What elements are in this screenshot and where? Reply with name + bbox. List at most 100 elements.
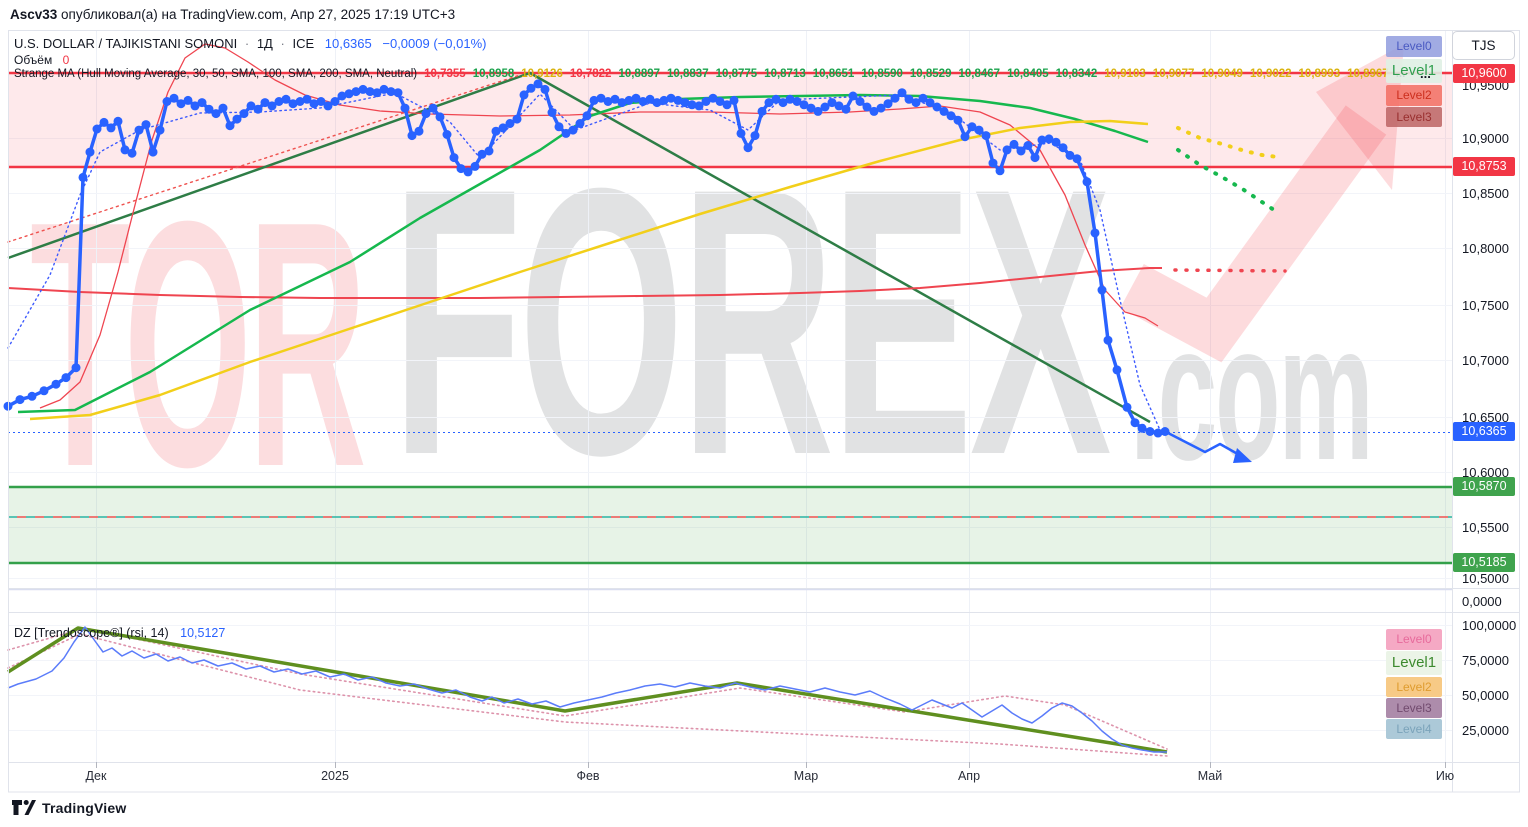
volume-legend[interactable]: Объём 0	[14, 53, 69, 67]
price-axis-label: 10,8500	[1462, 186, 1509, 201]
ma-value: 10,8467	[958, 68, 1001, 80]
price-axis-chip: 10,5185	[1453, 553, 1515, 572]
attribution: Ascv33 опубликовал(а) на TradingView.com…	[10, 7, 455, 22]
series-sma100-red	[7, 267, 1162, 299]
series-forecast-arrow	[1167, 431, 1244, 459]
level-chip-main-level0[interactable]: Level0	[1386, 36, 1442, 57]
ma-value: 10,8405	[1007, 68, 1049, 80]
level-chip-lower-level1[interactable]: Level1	[1386, 651, 1442, 675]
ma-value: 10,8967	[1347, 68, 1389, 80]
separator-dot: ·	[244, 36, 250, 51]
ma-value: 10,9077	[1152, 68, 1195, 80]
ma-value: 10,8897	[618, 68, 661, 80]
data-point	[897, 88, 907, 98]
tradingview-logo-icon	[12, 800, 36, 815]
data-point	[197, 98, 207, 108]
data-point	[71, 363, 81, 373]
data-point	[1058, 143, 1068, 153]
last-price: 10,6365	[324, 36, 372, 51]
chart-canvas[interactable]	[0, 0, 1528, 827]
separator-dot: ·	[280, 36, 285, 51]
data-point	[15, 395, 25, 405]
price-axis-chip: 10,5870	[1453, 477, 1515, 496]
data-point	[414, 126, 424, 136]
data-point	[554, 122, 564, 132]
time-axis-label: Ию	[1435, 769, 1455, 783]
tradingview-logo-text: TradingView	[42, 799, 127, 816]
data-point	[183, 95, 193, 105]
data-point	[127, 148, 137, 158]
data-point	[750, 131, 760, 141]
symbol-legend[interactable]: U.S. DOLLAR / TAJIKISTANI SOMONI · 1Д · …	[14, 36, 486, 51]
data-point	[1002, 145, 1012, 155]
data-point	[1009, 139, 1019, 149]
price-axis-chip: 10,6365	[1453, 422, 1515, 441]
price-axis-label: 10,7500	[1462, 298, 1509, 313]
data-point	[953, 115, 963, 125]
data-point	[540, 84, 550, 94]
data-point	[995, 166, 1005, 176]
price-axis-chip: 10,9600	[1453, 64, 1515, 83]
data-point	[575, 119, 585, 128]
dz-value: 10,5127	[180, 626, 226, 640]
dz-trendoscope-legend[interactable]: DZ [Trendoscope®] (rsi, 14) 10,5127	[14, 626, 225, 640]
data-point	[757, 106, 767, 116]
data-point	[232, 114, 242, 124]
tradingview-logo[interactable]: TradingView	[12, 799, 126, 816]
indicator-axis-label: 50,0000	[1462, 688, 1509, 703]
currency-button-tjs[interactable]: TJS	[1452, 31, 1515, 60]
data-point	[225, 121, 235, 131]
data-point	[1082, 177, 1092, 187]
data-point	[883, 99, 893, 109]
data-point	[988, 158, 998, 168]
data-point	[393, 88, 403, 98]
ma-value: 10,9049	[1201, 68, 1243, 80]
timeframe: 1Д	[256, 36, 273, 51]
ma-values-ellipsis: ...	[1420, 66, 1431, 81]
data-point	[890, 93, 900, 103]
data-point	[218, 103, 228, 113]
data-point	[169, 93, 179, 103]
data-point	[1016, 146, 1026, 156]
data-point	[1090, 228, 1100, 238]
tradingview-published-chart: TOR FOREX .com Ascv33 опубликовал(а) на …	[0, 0, 1528, 827]
ma-value: 10,8713	[764, 68, 806, 80]
ma-value: 10,7822	[569, 68, 612, 80]
price-axis-chip: 10,8753	[1453, 157, 1515, 176]
ma-value: 10,8342	[1055, 68, 1098, 80]
data-point	[27, 391, 37, 401]
ma-value: 10,9126	[521, 68, 563, 80]
strange-ma-legend[interactable]: Strange MA (Hull Moving Average, 30, 50,…	[14, 68, 1405, 80]
indicator-axis-label: 100,0000	[1462, 618, 1517, 633]
ma-value: 10,8529	[909, 68, 952, 80]
data-point	[1023, 141, 1033, 150]
level-chip-lower-level3[interactable]: Level3	[1386, 698, 1442, 718]
level-chip-main-level2[interactable]: Level2	[1386, 85, 1442, 106]
data-point	[1137, 423, 1147, 433]
level-chip-main-level1[interactable]: Level1	[1386, 59, 1442, 83]
data-point	[51, 379, 61, 389]
level-chip-lower-level2[interactable]: Level2	[1386, 677, 1442, 697]
data-point	[253, 104, 263, 114]
data-point	[841, 104, 851, 114]
data-point	[239, 109, 249, 119]
ma-value: 10,9103	[1104, 68, 1146, 80]
data-point	[519, 90, 529, 100]
data-point	[1030, 153, 1040, 163]
ma-value: 10,8775	[715, 68, 758, 80]
data-point	[1112, 365, 1122, 375]
data-point	[512, 114, 522, 124]
data-point	[442, 130, 452, 139]
data-point	[484, 146, 494, 156]
data-point	[463, 167, 473, 177]
data-point	[582, 111, 592, 121]
level-chip-lower-level4[interactable]: Level4	[1386, 719, 1442, 739]
level-chip-main-level3[interactable]: Level3	[1386, 107, 1442, 127]
exchange: ICE	[292, 36, 315, 51]
attribution-text: опубликовал(а) на TradingView.com, Апр 2…	[57, 7, 456, 22]
data-point	[1072, 154, 1082, 164]
data-point	[113, 116, 123, 126]
volume-label: Объём	[14, 53, 53, 67]
ma-value: 10,8651	[812, 68, 855, 80]
level-chip-lower-level0[interactable]: Level0	[1386, 629, 1442, 650]
